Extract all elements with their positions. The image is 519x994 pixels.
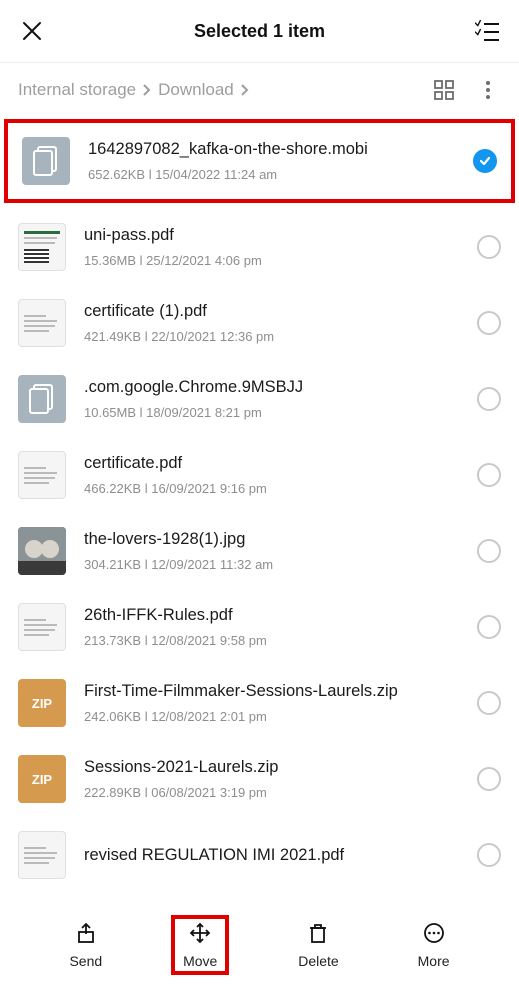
- view-toggle-button[interactable]: [431, 77, 457, 103]
- file-thumbnail: ZIP: [18, 755, 66, 803]
- file-thumbnail: [18, 451, 66, 499]
- send-icon: [74, 921, 98, 945]
- delete-button[interactable]: Delete: [288, 915, 348, 975]
- chevron-right-icon: [240, 83, 250, 97]
- file-item[interactable]: ZIP First-Time-Filmmaker-Sessions-Laurels…: [0, 665, 519, 741]
- delete-label: Delete: [298, 953, 338, 969]
- file-item[interactable]: the-lovers-1928(1).jpg 304.21KB l 12/09/2…: [0, 513, 519, 589]
- file-item[interactable]: certificate (1).pdf 421.49KB l 22/10/2021…: [0, 285, 519, 361]
- file-meta: 222.89KB l 06/08/2021 3:19 pm: [84, 785, 467, 800]
- more-button[interactable]: More: [408, 915, 460, 975]
- file-name: First-Time-Filmmaker-Sessions-Laurels.zi…: [84, 682, 467, 701]
- file-info: certificate.pdf 466.22KB l 16/09/2021 9:1…: [84, 454, 467, 496]
- selection-checkbox[interactable]: [477, 463, 501, 487]
- selection-checkbox[interactable]: [473, 149, 497, 173]
- file-item[interactable]: 26th-IFFK-Rules.pdf 213.73KB l 12/08/2021…: [0, 589, 519, 665]
- delete-icon: [306, 921, 330, 945]
- breadcrumb-current[interactable]: Download: [158, 80, 234, 100]
- file-info: certificate (1).pdf 421.49KB l 22/10/2021…: [84, 302, 467, 344]
- grid-icon: [434, 80, 454, 100]
- zip-label: ZIP: [32, 696, 52, 711]
- header-bar: Selected 1 item: [0, 0, 519, 62]
- file-info: the-lovers-1928(1).jpg 304.21KB l 12/09/2…: [84, 530, 467, 572]
- file-list: 1642897082_kafka-on-the-shore.mobi 652.62…: [0, 119, 519, 893]
- dot: [486, 95, 490, 99]
- select-all-button[interactable]: [473, 17, 501, 45]
- send-label: Send: [69, 953, 102, 969]
- file-thumbnail: [18, 527, 66, 575]
- selection-checkbox[interactable]: [477, 767, 501, 791]
- file-item[interactable]: certificate.pdf 466.22KB l 16/09/2021 9:1…: [0, 437, 519, 513]
- file-thumbnail: ZIP: [18, 679, 66, 727]
- file-item[interactable]: revised REGULATION IMI 2021.pdf: [0, 817, 519, 893]
- file-item[interactable]: 1642897082_kafka-on-the-shore.mobi 652.62…: [4, 119, 515, 203]
- file-thumbnail: [18, 299, 66, 347]
- file-info: First-Time-Filmmaker-Sessions-Laurels.zi…: [84, 682, 467, 724]
- file-info: revised REGULATION IMI 2021.pdf: [84, 846, 467, 865]
- file-name: 1642897082_kafka-on-the-shore.mobi: [88, 140, 463, 159]
- file-meta: 421.49KB l 22/10/2021 12:36 pm: [84, 329, 467, 344]
- send-button[interactable]: Send: [59, 915, 112, 975]
- file-thumbnail: [18, 375, 66, 423]
- file-name: 26th-IFFK-Rules.pdf: [84, 606, 467, 625]
- close-button[interactable]: [18, 17, 46, 45]
- file-meta: 652.62KB l 15/04/2022 11:24 am: [88, 167, 463, 182]
- document-icon: [29, 384, 55, 414]
- checklist-icon: [475, 20, 499, 42]
- file-info: 26th-IFFK-Rules.pdf 213.73KB l 12/08/2021…: [84, 606, 467, 648]
- file-name: certificate.pdf: [84, 454, 467, 473]
- overflow-menu-button[interactable]: [475, 77, 501, 103]
- file-meta: 304.21KB l 12/09/2021 11:32 am: [84, 557, 467, 572]
- file-info: uni-pass.pdf 15.36MB l 25/12/2021 4:06 pm: [84, 226, 467, 268]
- file-info: .com.google.Chrome.9MSBJJ 10.65MB l 18/09…: [84, 378, 467, 420]
- file-meta: 15.36MB l 25/12/2021 4:06 pm: [84, 253, 467, 268]
- selection-checkbox[interactable]: [477, 311, 501, 335]
- file-meta: 213.73KB l 12/08/2021 9:58 pm: [84, 633, 467, 648]
- checkmark-icon: [478, 154, 492, 168]
- move-label: Move: [183, 953, 217, 969]
- selection-checkbox[interactable]: [477, 235, 501, 259]
- dot: [486, 88, 490, 92]
- breadcrumb-root[interactable]: Internal storage: [18, 80, 136, 100]
- selection-checkbox[interactable]: [477, 539, 501, 563]
- breadcrumb-row: Internal storage Download: [0, 63, 519, 117]
- bottom-action-bar: Send Move Delete More: [0, 904, 519, 994]
- selection-checkbox[interactable]: [477, 843, 501, 867]
- move-button[interactable]: Move: [171, 915, 229, 975]
- selection-checkbox[interactable]: [477, 615, 501, 639]
- file-meta: 466.22KB l 16/09/2021 9:16 pm: [84, 481, 467, 496]
- file-meta: 10.65MB l 18/09/2021 8:21 pm: [84, 405, 467, 420]
- file-name: .com.google.Chrome.9MSBJJ: [84, 378, 467, 397]
- file-name: certificate (1).pdf: [84, 302, 467, 321]
- dot: [486, 81, 490, 85]
- more-label: More: [418, 953, 450, 969]
- file-thumbnail: [18, 603, 66, 651]
- chevron-right-icon: [142, 83, 152, 97]
- file-item[interactable]: uni-pass.pdf 15.36MB l 25/12/2021 4:06 pm: [0, 209, 519, 285]
- breadcrumb[interactable]: Internal storage Download: [18, 80, 431, 100]
- close-icon: [21, 20, 43, 42]
- file-name: uni-pass.pdf: [84, 226, 467, 245]
- zip-label: ZIP: [32, 772, 52, 787]
- file-meta: 242.06KB l 12/08/2021 2:01 pm: [84, 709, 467, 724]
- move-icon: [188, 921, 212, 945]
- file-thumbnail: [18, 223, 66, 271]
- document-icon: [33, 146, 59, 176]
- selection-checkbox[interactable]: [477, 691, 501, 715]
- more-icon: [422, 921, 446, 945]
- file-name: the-lovers-1928(1).jpg: [84, 530, 467, 549]
- file-thumbnail: [18, 831, 66, 879]
- file-name: Sessions-2021-Laurels.zip: [84, 758, 467, 777]
- file-name: revised REGULATION IMI 2021.pdf: [84, 846, 467, 865]
- file-info: Sessions-2021-Laurels.zip 222.89KB l 06/0…: [84, 758, 467, 800]
- page-title: Selected 1 item: [46, 21, 473, 42]
- file-item[interactable]: ZIP Sessions-2021-Laurels.zip 222.89KB l 0…: [0, 741, 519, 817]
- selection-checkbox[interactable]: [477, 387, 501, 411]
- file-item[interactable]: .com.google.Chrome.9MSBJJ 10.65MB l 18/09…: [0, 361, 519, 437]
- file-thumbnail: [22, 137, 70, 185]
- file-info: 1642897082_kafka-on-the-shore.mobi 652.62…: [88, 140, 463, 182]
